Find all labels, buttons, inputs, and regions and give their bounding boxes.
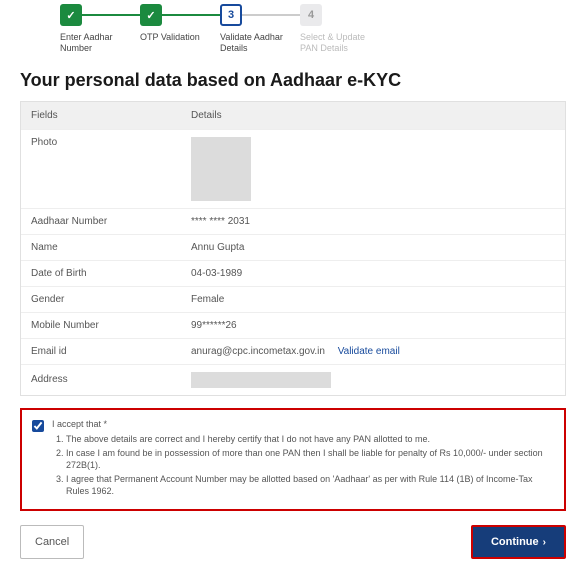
dob-label: Date of Birth [31,268,191,279]
address-placeholder [191,372,331,388]
row-address: Address [21,364,565,395]
consent-item-3: I agree that Permanent Account Number ma… [66,473,554,497]
consent-lead: I accept that * [52,418,554,430]
photo-label: Photo [31,137,191,148]
consent-item-2: In case I am found be in possession of m… [66,447,554,471]
address-label: Address [31,374,191,385]
row-dob: Date of Birth 04-03-1989 [21,260,565,286]
row-gender: Gender Female [21,286,565,312]
step-1-label: Enter Aadhar Number [60,32,113,54]
connector-2 [162,14,220,16]
consent-item-1: The above details are correct and I here… [66,433,554,445]
row-mobile: Mobile Number 99******26 [21,312,565,338]
action-bar: Cancel Continue › [0,511,586,569]
name-label: Name [31,242,191,253]
step-4: 4 Select & Update PAN Details [300,4,380,54]
step-2: OTP Validation [140,4,220,43]
kyc-table: Fields Details Photo Aadhaar Number ****… [20,101,566,396]
email-label: Email id [31,346,191,357]
photo-placeholder [191,137,251,201]
step-1: Enter Aadhar Number [60,4,140,54]
step-4-box: 4 [300,4,322,26]
dob-value: 04-03-1989 [191,268,555,279]
gender-value: Female [191,294,555,305]
page-title: Your personal data based on Aadhaar e-KY… [0,64,586,101]
email-value: anurag@cpc.incometax.gov.in [191,346,325,357]
aadhaar-label: Aadhaar Number [31,216,191,227]
header-fields: Fields [31,110,191,121]
row-photo: Photo [21,129,565,208]
table-header: Fields Details [21,102,565,129]
chevron-right-icon: › [543,537,546,548]
name-value: Annu Gupta [191,242,555,253]
aadhaar-value: **** **** 2031 [191,216,555,227]
consent-box: I accept that * The above details are co… [20,408,566,512]
row-name: Name Annu Gupta [21,234,565,260]
header-details: Details [191,110,555,121]
row-aadhaar: Aadhaar Number **** **** 2031 [21,208,565,234]
consent-text: I accept that * The above details are co… [52,418,554,500]
cancel-button[interactable]: Cancel [20,525,84,559]
mobile-label: Mobile Number [31,320,191,331]
step-2-box [140,4,162,26]
gender-label: Gender [31,294,191,305]
mobile-value: 99******26 [191,320,555,331]
check-icon [146,9,155,22]
step-3: 3 Validate Aadhar Details [220,4,300,54]
step-2-label: OTP Validation [140,32,200,43]
step-4-label: Select & Update PAN Details [300,32,365,54]
consent-checkbox[interactable] [32,420,44,432]
step-3-box: 3 [220,4,242,26]
stepper: Enter Aadhar Number OTP Validation 3 Val… [0,0,586,64]
connector-3 [242,14,300,16]
validate-email-link[interactable]: Validate email [338,346,400,357]
continue-button[interactable]: Continue › [471,525,566,559]
check-icon [66,9,75,22]
row-email: Email id anurag@cpc.incometax.gov.in Val… [21,338,565,364]
connector-1 [82,14,140,16]
step-1-box [60,4,82,26]
step-3-label: Validate Aadhar Details [220,32,283,54]
continue-label: Continue [491,536,539,548]
